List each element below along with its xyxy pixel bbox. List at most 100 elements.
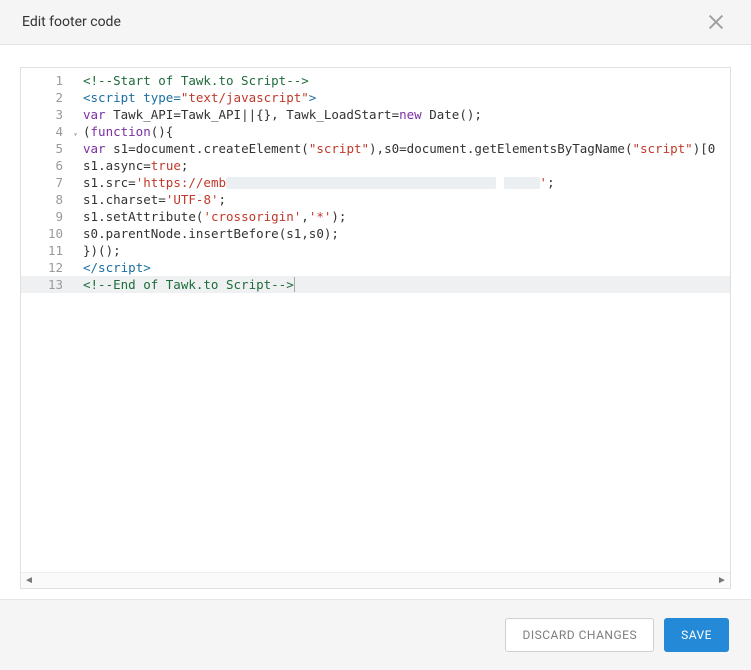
code-line[interactable]: 11})(); xyxy=(21,242,730,259)
code-token: type xyxy=(143,90,173,105)
modal-header: Edit footer code xyxy=(0,0,751,45)
code-token: charset xyxy=(106,192,159,207)
code-token: (); xyxy=(459,107,482,122)
code-token: createElement xyxy=(203,141,301,156)
code-token: function xyxy=(91,124,151,139)
discard-changes-button[interactable]: DISCARD CHANGES xyxy=(505,618,654,652)
code-token: 'UTF-8' xyxy=(166,192,219,207)
code-token: "text/javascript" xyxy=(181,90,309,105)
code-content[interactable]: s0.parentNode.insertBefore(s1,s0); xyxy=(81,225,339,242)
code-token: 'crossorigin' xyxy=(203,209,301,224)
code-content[interactable]: s1.src='https://emb '; xyxy=(81,174,555,191)
code-token: ; xyxy=(181,158,189,173)
line-number: 10 xyxy=(21,225,81,242)
code-token: setAttribute xyxy=(106,209,196,224)
code-line[interactable]: 10s0.parentNode.insertBefore(s1,s0); xyxy=(21,225,730,242)
code-token: Date xyxy=(429,107,459,122)
code-content[interactable]: (function(){ xyxy=(81,123,173,140)
code-token: . xyxy=(98,175,106,190)
scroll-right-arrow-icon[interactable]: ► xyxy=(714,575,730,586)
code-token: . xyxy=(98,158,106,173)
code-token: ; xyxy=(547,175,555,190)
redacted-segment xyxy=(504,177,540,189)
code-token: <!--End of Tawk.to Script--> xyxy=(83,277,294,292)
code-token: Tawk_API xyxy=(106,107,174,122)
close-icon xyxy=(705,21,727,36)
code-token: <script xyxy=(83,90,143,105)
code-editor-viewport[interactable]: 1<!--Start of Tawk.to Script-->2<script … xyxy=(21,68,730,572)
modal-body: 1<!--Start of Tawk.to Script-->2<script … xyxy=(0,45,751,599)
code-content[interactable]: var s1=document.createElement("script"),… xyxy=(81,140,715,157)
line-number: 12 xyxy=(21,259,81,276)
code-token: Tawk_API xyxy=(181,107,241,122)
code-token: s1 xyxy=(83,192,98,207)
code-token: = xyxy=(399,141,407,156)
code-token: . xyxy=(98,209,106,224)
line-number: 13 xyxy=(21,276,81,293)
code-token: ( xyxy=(83,124,91,139)
code-token: ||{}, xyxy=(241,107,286,122)
code-line[interactable]: 4▾(function(){ xyxy=(21,123,730,140)
code-token: true xyxy=(151,158,181,173)
code-token: document xyxy=(136,141,196,156)
code-token: })(); xyxy=(83,243,121,258)
code-token: = xyxy=(143,158,151,173)
code-content[interactable]: var Tawk_API=Tawk_API||{}, Tawk_LoadStar… xyxy=(81,106,482,123)
code-token: async xyxy=(106,158,144,173)
code-token: = xyxy=(173,107,181,122)
code-content[interactable]: <!--End of Tawk.to Script--> xyxy=(81,276,295,293)
code-token: 'https://emb xyxy=(136,175,226,190)
code-line[interactable]: 12</script> xyxy=(21,259,730,276)
code-line[interactable]: 8s1.charset='UTF-8'; xyxy=(21,191,730,208)
code-content[interactable]: s1.async=true; xyxy=(81,157,188,174)
text-cursor xyxy=(294,277,295,292)
code-token: "script" xyxy=(632,141,692,156)
code-line[interactable]: 9s1.setAttribute('crossorigin','*'); xyxy=(21,208,730,225)
code-token: s1 xyxy=(83,209,98,224)
code-token: ; xyxy=(219,192,227,207)
code-line[interactable]: 5var s1=document.createElement("script")… xyxy=(21,140,730,157)
save-button[interactable]: SAVE xyxy=(664,618,729,652)
code-editor[interactable]: 1<!--Start of Tawk.to Script-->2<script … xyxy=(20,67,731,589)
code-content[interactable]: s1.charset='UTF-8'; xyxy=(81,191,226,208)
code-token: . xyxy=(98,226,106,241)
code-token: var xyxy=(83,141,106,156)
code-content[interactable]: <!--Start of Tawk.to Script--> xyxy=(81,72,309,89)
code-token: src xyxy=(106,175,129,190)
horizontal-scrollbar[interactable]: ◄ ► xyxy=(21,572,730,588)
code-token: insertBefore xyxy=(188,226,278,241)
code-token: new xyxy=(399,107,422,122)
line-number: 5 xyxy=(21,140,81,157)
modal-footer: DISCARD CHANGES SAVE xyxy=(0,599,751,670)
code-token: ' xyxy=(540,175,548,190)
code-content[interactable]: s1.setAttribute('crossorigin','*'); xyxy=(81,208,346,225)
code-token: "script" xyxy=(309,141,369,156)
line-number: 3 xyxy=(21,106,81,123)
scroll-left-arrow-icon[interactable]: ◄ xyxy=(21,575,37,586)
modal-title: Edit footer code xyxy=(22,14,121,30)
code-token: ),s0 xyxy=(369,141,399,156)
code-token: , xyxy=(301,209,309,224)
code-line[interactable]: 6s1.async=true; xyxy=(21,157,730,174)
line-number: 8 xyxy=(21,191,81,208)
code-line[interactable]: 1<!--Start of Tawk.to Script--> xyxy=(21,72,730,89)
code-line[interactable]: 7s1.src='https://emb '; xyxy=(21,174,730,191)
code-content[interactable]: })(); xyxy=(81,242,121,259)
code-content[interactable]: <script type="text/javascript"> xyxy=(81,89,316,106)
code-line[interactable]: 3var Tawk_API=Tawk_API||{}, Tawk_LoadSta… xyxy=(21,106,730,123)
edit-footer-code-modal: Edit footer code 1<!--Start of Tawk.to S… xyxy=(0,0,751,670)
code-line[interactable]: 2<script type="text/javascript"> xyxy=(21,89,730,106)
code-token: = xyxy=(173,90,181,105)
line-number: 2 xyxy=(21,89,81,106)
line-number: 11 xyxy=(21,242,81,259)
code-line[interactable]: 13<!--End of Tawk.to Script--> xyxy=(21,276,730,293)
code-content[interactable]: </script> xyxy=(81,259,151,276)
code-token: = xyxy=(128,175,136,190)
line-number: 6 xyxy=(21,157,81,174)
code-token: s1 xyxy=(83,158,98,173)
close-button[interactable] xyxy=(701,7,731,37)
code-token: '*' xyxy=(309,209,332,224)
code-token: (){ xyxy=(151,124,174,139)
code-token: = xyxy=(158,192,166,207)
code-token: = xyxy=(128,141,136,156)
